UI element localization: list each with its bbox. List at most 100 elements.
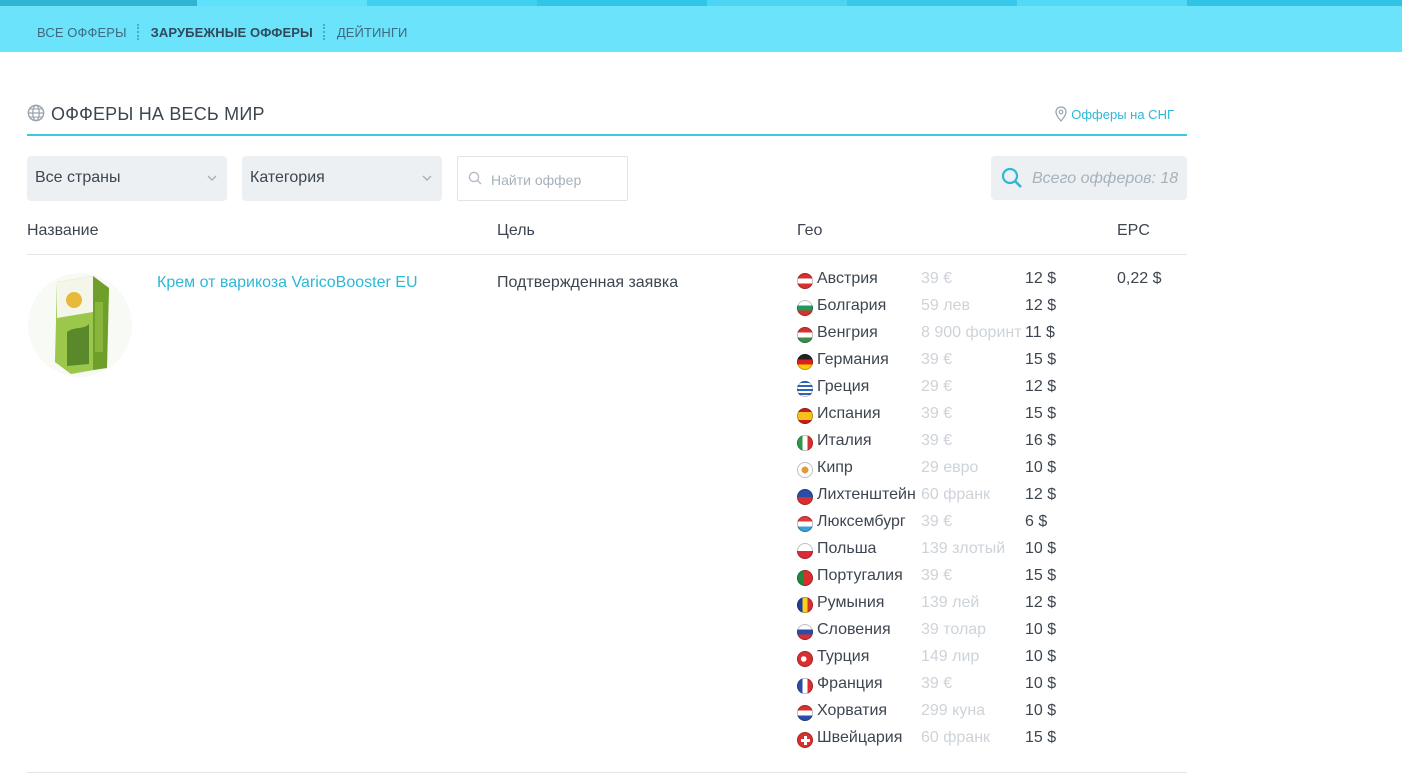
geo-payout: 15 $	[1025, 405, 1057, 422]
geo-payout: 10 $	[1025, 621, 1057, 638]
geo-payout: 10 $	[1025, 459, 1057, 476]
geo-row: Турция 149 лир 10 $	[797, 648, 1097, 675]
category-select-value: Категория	[250, 169, 325, 186]
spain-flag-icon	[797, 408, 813, 424]
geo-country: Франция	[817, 675, 883, 692]
geo-payout: 10 $	[1025, 648, 1057, 665]
geo-country: Португалия	[817, 567, 903, 584]
geo-country: Хорватия	[817, 702, 888, 719]
geo-price: 139 злотый	[921, 540, 1006, 557]
geo-row: Португалия 39 € 15 $	[797, 567, 1097, 594]
portugal-flag-icon	[797, 570, 813, 586]
geo-payout: 12 $	[1025, 297, 1057, 314]
geo-payout: 11 $	[1025, 324, 1055, 341]
germany-flag-icon	[797, 354, 813, 370]
geo-price: 299 куна	[921, 702, 986, 719]
geo-price: 39 €	[921, 270, 953, 287]
nav-foreign-offers[interactable]: Зарубежные офферы	[141, 25, 323, 40]
offer-goal: Подтвержденная заявка	[497, 274, 679, 291]
geo-country: Турция	[817, 648, 870, 665]
total-offers-box[interactable]: Всего офферов: 18	[991, 156, 1187, 200]
liechtenstein-flag-icon	[797, 489, 813, 505]
geo-row: Италия 39 € 16 $	[797, 432, 1097, 459]
geo-country: Румыния	[817, 594, 885, 611]
geo-row: Словения 39 толар 10 $	[797, 621, 1097, 648]
switzerland-flag-icon	[797, 732, 813, 748]
geo-price: 60 франк	[921, 729, 991, 746]
column-header-goal: Цель	[497, 222, 535, 239]
cis-offers-link[interactable]: Офферы на СНГ	[1055, 106, 1174, 122]
geo-row: Греция 29 € 12 $	[797, 378, 1097, 405]
geo-price: 8 900 форинт	[921, 324, 1022, 341]
geo-country: Словения	[817, 621, 891, 638]
country-select[interactable]: Все страны	[27, 156, 227, 201]
category-select[interactable]: Категория	[242, 156, 442, 201]
geo-row: Швейцария 60 франк 15 $	[797, 729, 1097, 756]
geo-country: Польша	[817, 540, 877, 557]
geo-row: Болгария 59 лев 12 $	[797, 297, 1097, 324]
geo-payout: 12 $	[1025, 378, 1057, 395]
italy-flag-icon	[797, 435, 813, 451]
geo-payout: 15 $	[1025, 729, 1057, 746]
luxembourg-flag-icon	[797, 516, 813, 532]
france-flag-icon	[797, 678, 813, 694]
geo-payout: 12 $	[1025, 486, 1057, 503]
geo-row: Испания 39 € 15 $	[797, 405, 1097, 432]
geo-price: 39 €	[921, 675, 953, 692]
geo-row: Франция 39 € 10 $	[797, 675, 1097, 702]
search-input[interactable]	[489, 167, 623, 193]
austria-flag-icon	[797, 273, 813, 289]
country-select-value: Все страны	[35, 169, 121, 186]
column-header-name: Название	[27, 222, 99, 239]
geo-price: 29 евро	[921, 459, 979, 476]
geo-row: Кипр 29 евро 10 $	[797, 459, 1097, 486]
page-title: ОФФЕРЫ НА ВЕСЬ МИР	[51, 104, 265, 124]
romania-flag-icon	[797, 597, 813, 613]
geo-country: Венгрия	[817, 324, 878, 341]
geo-payout: 6 $	[1025, 513, 1048, 530]
chevron-down-icon	[207, 175, 217, 181]
geo-payout: 16 $	[1025, 432, 1057, 449]
product-image[interactable]	[27, 272, 133, 378]
geo-price: 29 €	[921, 378, 953, 395]
search-icon	[468, 171, 482, 185]
geo-row: Румыния 139 лей 12 $	[797, 594, 1097, 621]
geo-price: 39 €	[921, 351, 953, 368]
geo-country: Лихтенштейн	[817, 486, 916, 503]
poland-flag-icon	[797, 543, 813, 559]
geo-country: Греция	[817, 378, 870, 395]
bulgaria-flag-icon	[797, 300, 813, 316]
geo-country: Италия	[817, 432, 872, 449]
geo-payout: 12 $	[1025, 594, 1057, 611]
turkey-flag-icon	[797, 651, 813, 667]
section-header: ОФФЕРЫ НА ВЕСЬ МИР Офферы на СНГ	[27, 96, 1187, 136]
cyprus-flag-icon	[797, 462, 813, 478]
geo-country: Австрия	[817, 270, 878, 287]
nav-all-offers[interactable]: Все офферы	[27, 25, 137, 40]
nav-dating[interactable]: Дейтинги	[327, 25, 418, 40]
geo-price: 59 лев	[921, 297, 970, 314]
geo-price: 60 франк	[921, 486, 991, 503]
offer-name-link[interactable]: Крем от варикоза VaricoBooster EU	[157, 274, 418, 292]
main-nav: Все офферы Зарубежные офферы Дейтинги	[27, 17, 418, 47]
geo-payout: 12 $	[1025, 270, 1057, 287]
geo-row: Польша 139 злотый 10 $	[797, 540, 1097, 567]
row-divider	[27, 772, 1187, 773]
geo-row: Хорватия 299 куна 10 $	[797, 702, 1097, 729]
geo-price: 39 €	[921, 567, 953, 584]
cis-offers-label: Офферы на СНГ	[1071, 106, 1174, 122]
offer-epc: 0,22 $	[1117, 270, 1162, 287]
geo-country: Болгария	[817, 297, 887, 314]
geo-payout: 10 $	[1025, 675, 1057, 692]
geo-country: Швейцария	[817, 729, 903, 746]
hungary-flag-icon	[797, 327, 813, 343]
search-icon	[1001, 167, 1022, 188]
globe-icon	[27, 104, 45, 122]
geo-payout: 10 $	[1025, 540, 1057, 557]
geo-country: Кипр	[817, 459, 853, 476]
offer-search	[457, 156, 628, 201]
map-pin-icon	[1055, 106, 1067, 122]
geo-country: Германия	[817, 351, 889, 368]
geo-payout: 15 $	[1025, 351, 1057, 368]
geo-price: 39 толар	[921, 621, 987, 638]
